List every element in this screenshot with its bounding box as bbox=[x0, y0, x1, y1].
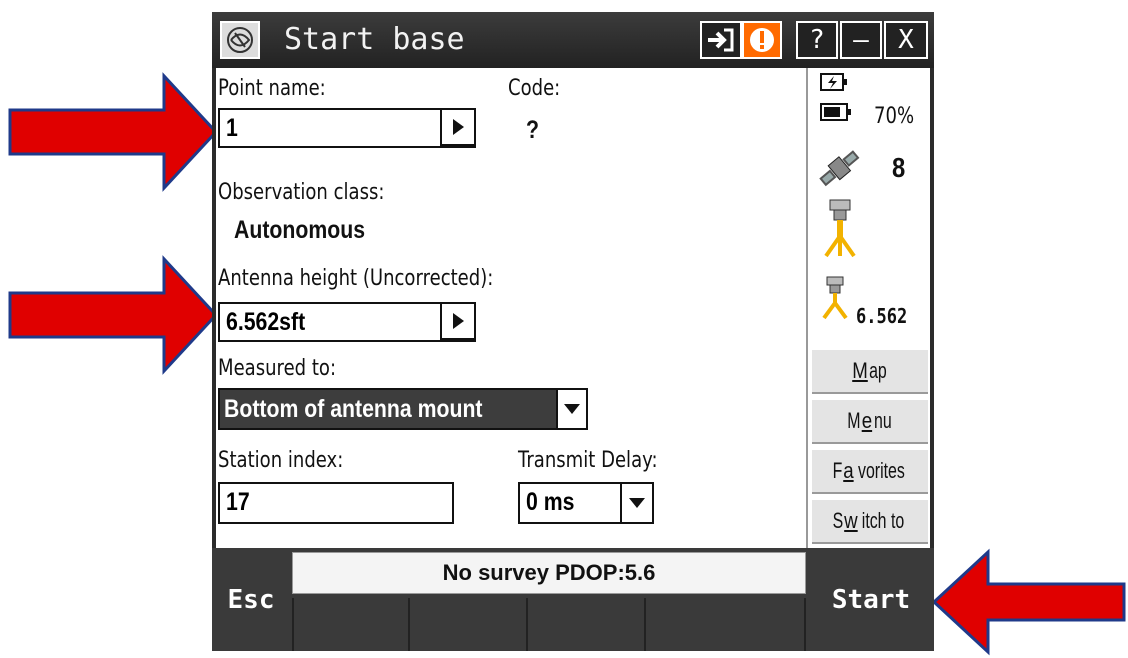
point-name-picker-button[interactable] bbox=[440, 108, 476, 146]
station-index-label: Station index: bbox=[218, 448, 344, 473]
favorites-button[interactable]: Fa vorites bbox=[812, 448, 928, 494]
status-bar: No survey PDOP:5.6 bbox=[292, 552, 806, 594]
station-index-value: 17 bbox=[226, 488, 250, 516]
chevron-down-icon bbox=[564, 404, 580, 414]
start-button[interactable]: Start bbox=[808, 548, 934, 651]
measured-to-label: Measured to: bbox=[218, 356, 337, 381]
esc-button[interactable]: Esc bbox=[212, 548, 290, 651]
power-charging-icon bbox=[820, 73, 847, 91]
measured-to-dropdown-button[interactable] bbox=[556, 390, 586, 428]
device-screen: Start base ? – X Point name: Code: 1 ? O… bbox=[212, 12, 934, 651]
annotation-arrow-antenna-height bbox=[8, 255, 218, 375]
triangle-right-icon bbox=[453, 119, 464, 135]
measured-to-select[interactable]: Bottom of antenna mount bbox=[218, 388, 588, 430]
switch-to-button[interactable]: Sw itch to bbox=[812, 498, 928, 544]
transmit-delay-value: 0 ms bbox=[526, 488, 575, 516]
satellite-count: 8 bbox=[892, 152, 906, 183]
app-logo-icon[interactable] bbox=[220, 21, 260, 59]
map-button[interactable]: Map bbox=[812, 348, 928, 394]
station-index-input[interactable]: 17 bbox=[218, 482, 454, 524]
point-name-value: 1 bbox=[226, 114, 238, 142]
antenna-height-picker-button[interactable] bbox=[440, 302, 476, 340]
transmit-delay-dropdown-button[interactable] bbox=[620, 484, 652, 522]
login-arrow-icon[interactable] bbox=[700, 21, 742, 59]
minimize-button[interactable]: – bbox=[840, 21, 882, 59]
measured-to-value: Bottom of antenna mount bbox=[224, 395, 483, 423]
point-name-input[interactable]: 1 bbox=[218, 108, 476, 148]
status-panel: 70% 8 6.562 Map Menu Fa vorites Sw itch … bbox=[806, 68, 930, 548]
alert-icon[interactable] bbox=[742, 21, 782, 59]
menu-button[interactable]: Menu bbox=[812, 398, 928, 444]
base-antenna-icon bbox=[822, 276, 848, 320]
softkey-divider bbox=[644, 598, 646, 651]
title-bar: Start base ? – X bbox=[212, 12, 934, 68]
softkey-divider bbox=[804, 598, 806, 651]
annotation-arrow-start bbox=[931, 548, 1126, 656]
observation-class-label: Observation class: bbox=[218, 180, 385, 205]
battery-percent: 70% bbox=[874, 104, 915, 129]
window-title: Start base bbox=[284, 22, 465, 57]
rover-antenna-icon bbox=[824, 199, 856, 258]
observation-class-value: Autonomous bbox=[234, 216, 366, 244]
code-value: ? bbox=[526, 116, 539, 144]
antenna-height-value: 6.562sft bbox=[226, 308, 306, 336]
annotation-arrow-point-name bbox=[8, 72, 218, 192]
form-panel: Point name: Code: 1 ? Observation class:… bbox=[216, 68, 806, 548]
antenna-height-label: Antenna height (Uncorrected): bbox=[218, 266, 494, 291]
bottom-bar: Esc No survey PDOP:5.6 Start bbox=[212, 548, 934, 651]
triangle-right-icon bbox=[453, 313, 464, 329]
transmit-delay-label: Transmit Delay: bbox=[518, 448, 658, 473]
help-button[interactable]: ? bbox=[796, 21, 838, 59]
chevron-down-icon bbox=[629, 498, 645, 508]
transmit-delay-select[interactable]: 0 ms bbox=[518, 482, 654, 524]
antenna-height-input[interactable]: 6.562sft bbox=[218, 302, 476, 342]
softkey-divider bbox=[408, 598, 410, 651]
antenna-height-status: 6.562 bbox=[856, 304, 908, 328]
softkey-divider bbox=[526, 598, 528, 651]
point-name-label: Point name: bbox=[218, 76, 326, 101]
satellite-icon bbox=[819, 150, 860, 187]
battery-icon bbox=[820, 103, 851, 121]
code-label: Code: bbox=[508, 76, 561, 101]
softkey-divider bbox=[292, 598, 294, 651]
close-button[interactable]: X bbox=[884, 21, 928, 59]
